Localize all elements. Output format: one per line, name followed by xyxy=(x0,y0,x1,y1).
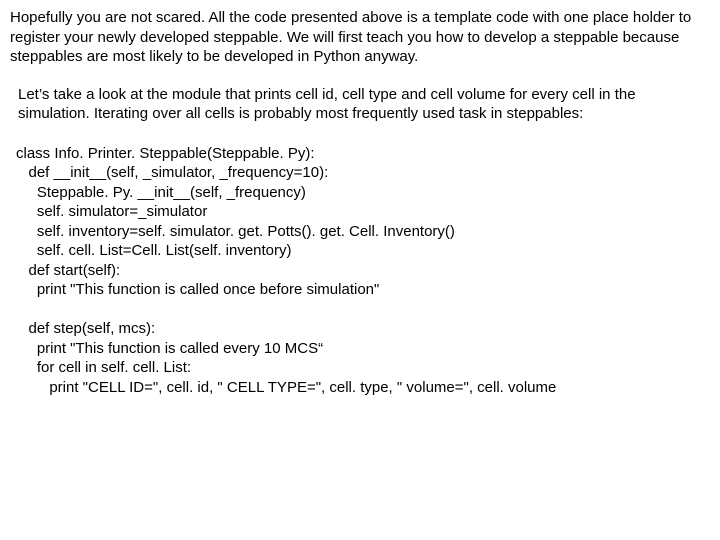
intro-paragraph: Hopefully you are not scared. All the co… xyxy=(10,8,710,67)
code-block: class Info. Printer. Steppable(Steppable… xyxy=(16,144,710,398)
second-paragraph: Let’s take a look at the module that pri… xyxy=(18,85,702,124)
